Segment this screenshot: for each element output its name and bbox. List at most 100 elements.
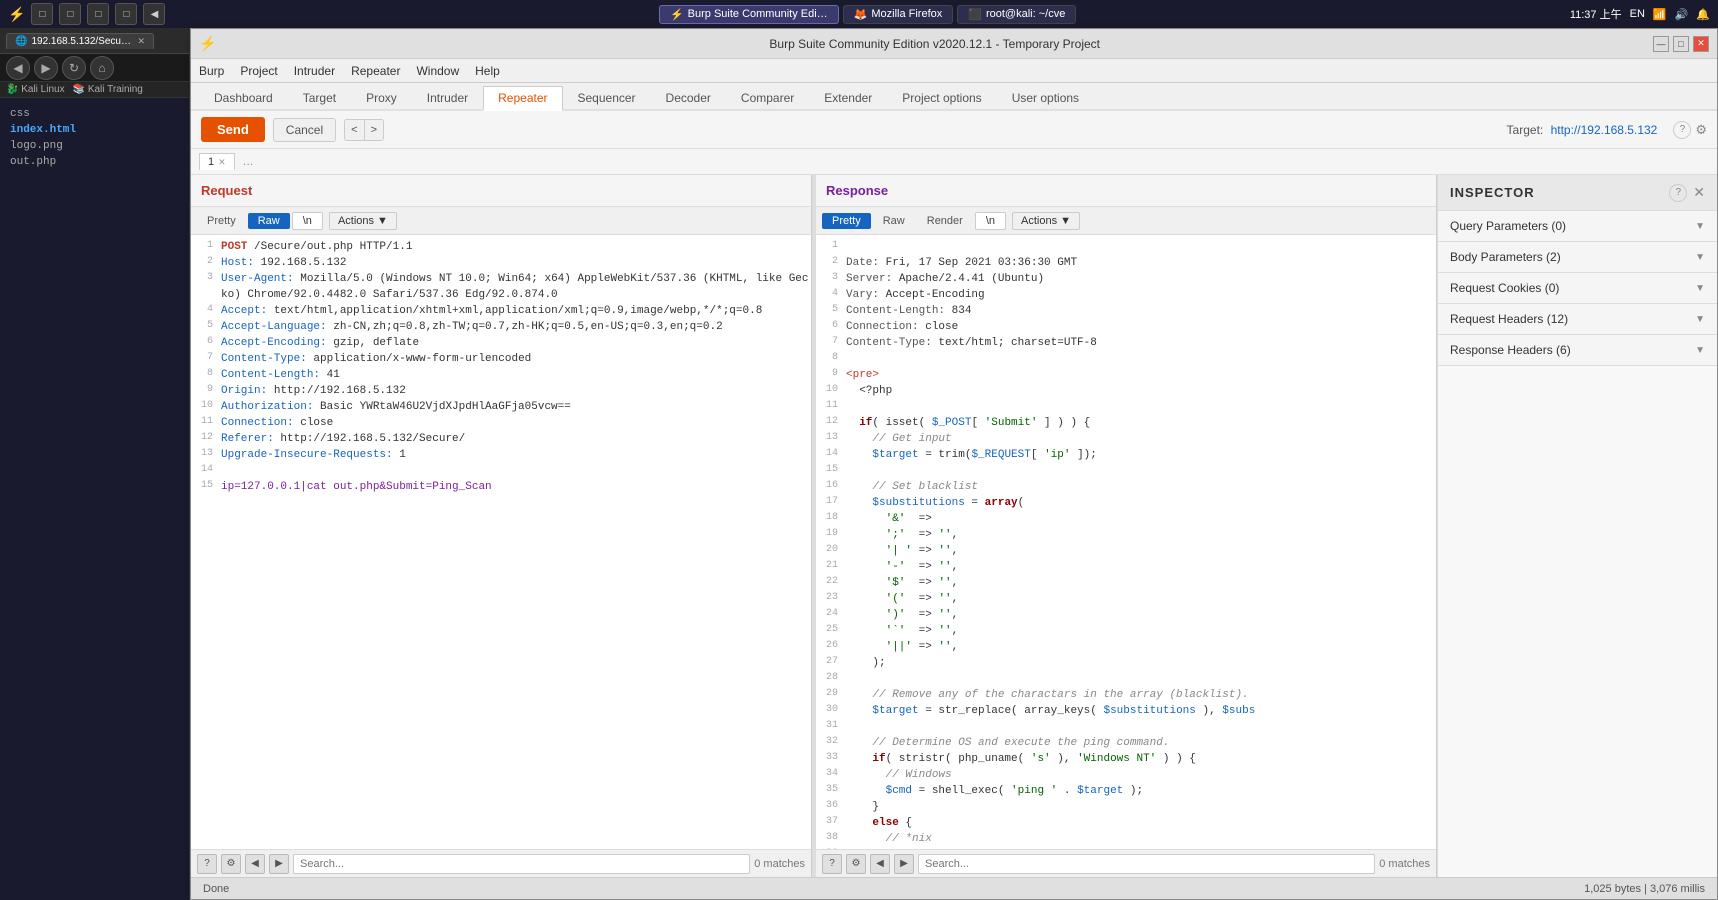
inspector-response-headers[interactable]: Response Headers (6) ▼ xyxy=(1438,335,1717,366)
send-button[interactable]: Send xyxy=(201,117,265,142)
browser-back[interactable]: ◀ xyxy=(6,56,30,80)
history-next[interactable]: > xyxy=(365,120,383,140)
menu-burp[interactable]: Burp xyxy=(199,64,224,78)
file-index[interactable]: index.html xyxy=(6,122,183,138)
browser-tab-close[interactable]: ✕ xyxy=(137,36,145,47)
browser-active-tab[interactable]: 🌐 192.168.5.132/Secure/out.p ✕ xyxy=(6,33,154,49)
browser-refresh[interactable]: ↻ xyxy=(62,56,86,80)
history-prev[interactable]: < xyxy=(345,120,364,140)
tab-dashboard[interactable]: Dashboard xyxy=(199,86,288,109)
resp-actions-button[interactable]: Actions ▼ xyxy=(1012,212,1080,230)
menu-window[interactable]: Window xyxy=(416,64,459,78)
resp-tab-raw[interactable]: Raw xyxy=(873,213,915,229)
req-search-next[interactable]: ▶ xyxy=(269,854,289,874)
cancel-button[interactable]: Cancel xyxy=(273,118,336,142)
inspector-sections: Query Parameters (0) ▼ Body Parameters (… xyxy=(1438,211,1717,366)
os-taskbar: ⚡ □ □ □ □ ◀ ⚡ Burp Suite Community Editi… xyxy=(0,0,1718,28)
request-line-2: 2Host: 192.168.5.132 xyxy=(191,255,811,271)
response-line-19: 19 ';' => '', xyxy=(816,527,1436,543)
response-line-33: 33 if( stristr( php_uname( 's' ), 'Windo… xyxy=(816,751,1436,767)
response-line-3: 3Server: Apache/2.4.41 (Ubuntu) xyxy=(816,271,1436,287)
inspector-request-cookies[interactable]: Request Cookies (0) ▼ xyxy=(1438,273,1717,304)
request-line-1: 1POST /Secure/out.php HTTP/1.1 xyxy=(191,239,811,255)
response-line-16: 16 // Set blacklist xyxy=(816,479,1436,495)
menu-intruder[interactable]: Intruder xyxy=(294,64,335,78)
resp-actions-label: Actions xyxy=(1021,215,1057,227)
resp-matches-label: 0 matches xyxy=(1379,858,1430,870)
resp-tab-nl[interactable]: \n xyxy=(975,212,1006,230)
help-icon[interactable]: ? xyxy=(1673,121,1691,139)
resp-tab-pretty[interactable]: Pretty xyxy=(822,213,871,229)
target-prefix: Target: xyxy=(1507,123,1544,137)
resp-search-prev[interactable]: ◀ xyxy=(870,854,890,874)
menu-project[interactable]: Project xyxy=(240,64,277,78)
request-code-area[interactable]: 1POST /Secure/out.php HTTP/1.12Host: 192… xyxy=(191,235,811,849)
inspector-body-params[interactable]: Body Parameters (2) ▼ xyxy=(1438,242,1717,273)
file-logo[interactable]: logo.png xyxy=(6,138,183,154)
taskbar-icon-1[interactable]: □ xyxy=(31,3,53,25)
req-settings-icon[interactable]: ⚙ xyxy=(221,854,241,874)
request-line-14: 14 xyxy=(191,463,811,479)
browser-forward[interactable]: ▶ xyxy=(34,56,58,80)
tab-intruder[interactable]: Intruder xyxy=(412,86,483,109)
taskbar-icon-3[interactable]: □ xyxy=(87,3,109,25)
request-line-6: 6Accept-Encoding: gzip, deflate xyxy=(191,335,811,351)
tab-target[interactable]: Target xyxy=(288,86,351,109)
tab-1-close[interactable]: ✕ xyxy=(218,157,226,168)
tab-comparer[interactable]: Comparer xyxy=(726,86,809,109)
repeater-tab-strip: 1 ✕ … xyxy=(191,149,1717,175)
inspector-request-headers[interactable]: Request Headers (12) ▼ xyxy=(1438,304,1717,335)
response-line-32: 32 // Determine OS and execute the ping … xyxy=(816,735,1436,751)
inspector-close-icon[interactable]: ✕ xyxy=(1693,184,1705,202)
req-search-input[interactable] xyxy=(293,854,750,874)
burp-navtabs: Dashboard Target Proxy Intruder Repeater… xyxy=(191,83,1717,111)
response-line-7: 7Content-Type: text/html; charset=UTF-8 xyxy=(816,335,1436,351)
win-close[interactable]: ✕ xyxy=(1693,36,1709,52)
repeater-tab-more[interactable]: … xyxy=(235,154,262,170)
bookmarks-bar: 🐉 Kali Linux 📚 Kali Training xyxy=(0,82,189,98)
response-line-27: 27 ); xyxy=(816,655,1436,671)
response-line-23: 23 '(' => '', xyxy=(816,591,1436,607)
tab-project-options[interactable]: Project options xyxy=(887,86,996,109)
resp-settings-icon[interactable]: ⚙ xyxy=(846,854,866,874)
terminal-taskbar-btn[interactable]: ⬛ root@kali: ~/cve xyxy=(957,5,1076,24)
response-line-25: 25 '`' => '', xyxy=(816,623,1436,639)
resp-search-input[interactable] xyxy=(918,854,1375,874)
inspector-query-params[interactable]: Query Parameters (0) ▼ xyxy=(1438,211,1717,242)
taskbar-icon-4[interactable]: □ xyxy=(115,3,137,25)
tab-proxy[interactable]: Proxy xyxy=(351,86,412,109)
target-label: Target: http://192.168.5.132 xyxy=(1507,123,1658,137)
file-css[interactable]: css xyxy=(6,106,183,122)
bookmark-kali-training[interactable]: 📚 Kali Training xyxy=(73,84,143,95)
inspector-help-icon[interactable]: ? xyxy=(1669,184,1687,202)
burp-taskbar-btn[interactable]: ⚡ Burp Suite Community Edition v2020.12.… xyxy=(659,5,839,24)
taskbar-icon-2[interactable]: □ xyxy=(59,3,81,25)
tab-extender[interactable]: Extender xyxy=(809,86,887,109)
win-minimize[interactable]: — xyxy=(1653,36,1669,52)
resp-help-icon[interactable]: ? xyxy=(822,854,842,874)
req-tab-nl[interactable]: \n xyxy=(292,212,323,230)
menu-help[interactable]: Help xyxy=(475,64,500,78)
firefox-taskbar-btn[interactable]: 🦊 Mozilla Firefox xyxy=(843,5,954,24)
response-code-area[interactable]: 12Date: Fri, 17 Sep 2021 03:36:30 GMT3Se… xyxy=(816,235,1436,849)
req-tab-pretty[interactable]: Pretty xyxy=(197,213,246,229)
req-help-icon[interactable]: ? xyxy=(197,854,217,874)
tab-user-options[interactable]: User options xyxy=(997,86,1094,109)
req-actions-button[interactable]: Actions ▼ xyxy=(329,212,397,230)
browser-home[interactable]: ⌂ xyxy=(90,56,114,80)
req-search-prev[interactable]: ◀ xyxy=(245,854,265,874)
tab-decoder[interactable]: Decoder xyxy=(651,86,726,109)
kali-icon[interactable]: ⚡ xyxy=(8,6,25,23)
resp-tab-render[interactable]: Render xyxy=(917,213,973,229)
tab-sequencer[interactable]: Sequencer xyxy=(563,86,651,109)
tab-repeater[interactable]: Repeater xyxy=(483,86,562,111)
req-tab-raw[interactable]: Raw xyxy=(248,213,290,229)
taskbar-icon-5[interactable]: ◀ xyxy=(143,3,165,25)
win-maximize[interactable]: □ xyxy=(1673,36,1689,52)
bookmark-kali-linux[interactable]: 🐉 Kali Linux xyxy=(6,84,65,95)
menu-repeater[interactable]: Repeater xyxy=(351,64,400,78)
settings-icon[interactable]: ⚙ xyxy=(1695,122,1707,138)
repeater-tab-1[interactable]: 1 ✕ xyxy=(199,153,235,170)
resp-search-next[interactable]: ▶ xyxy=(894,854,914,874)
file-out[interactable]: out.php xyxy=(6,154,183,170)
